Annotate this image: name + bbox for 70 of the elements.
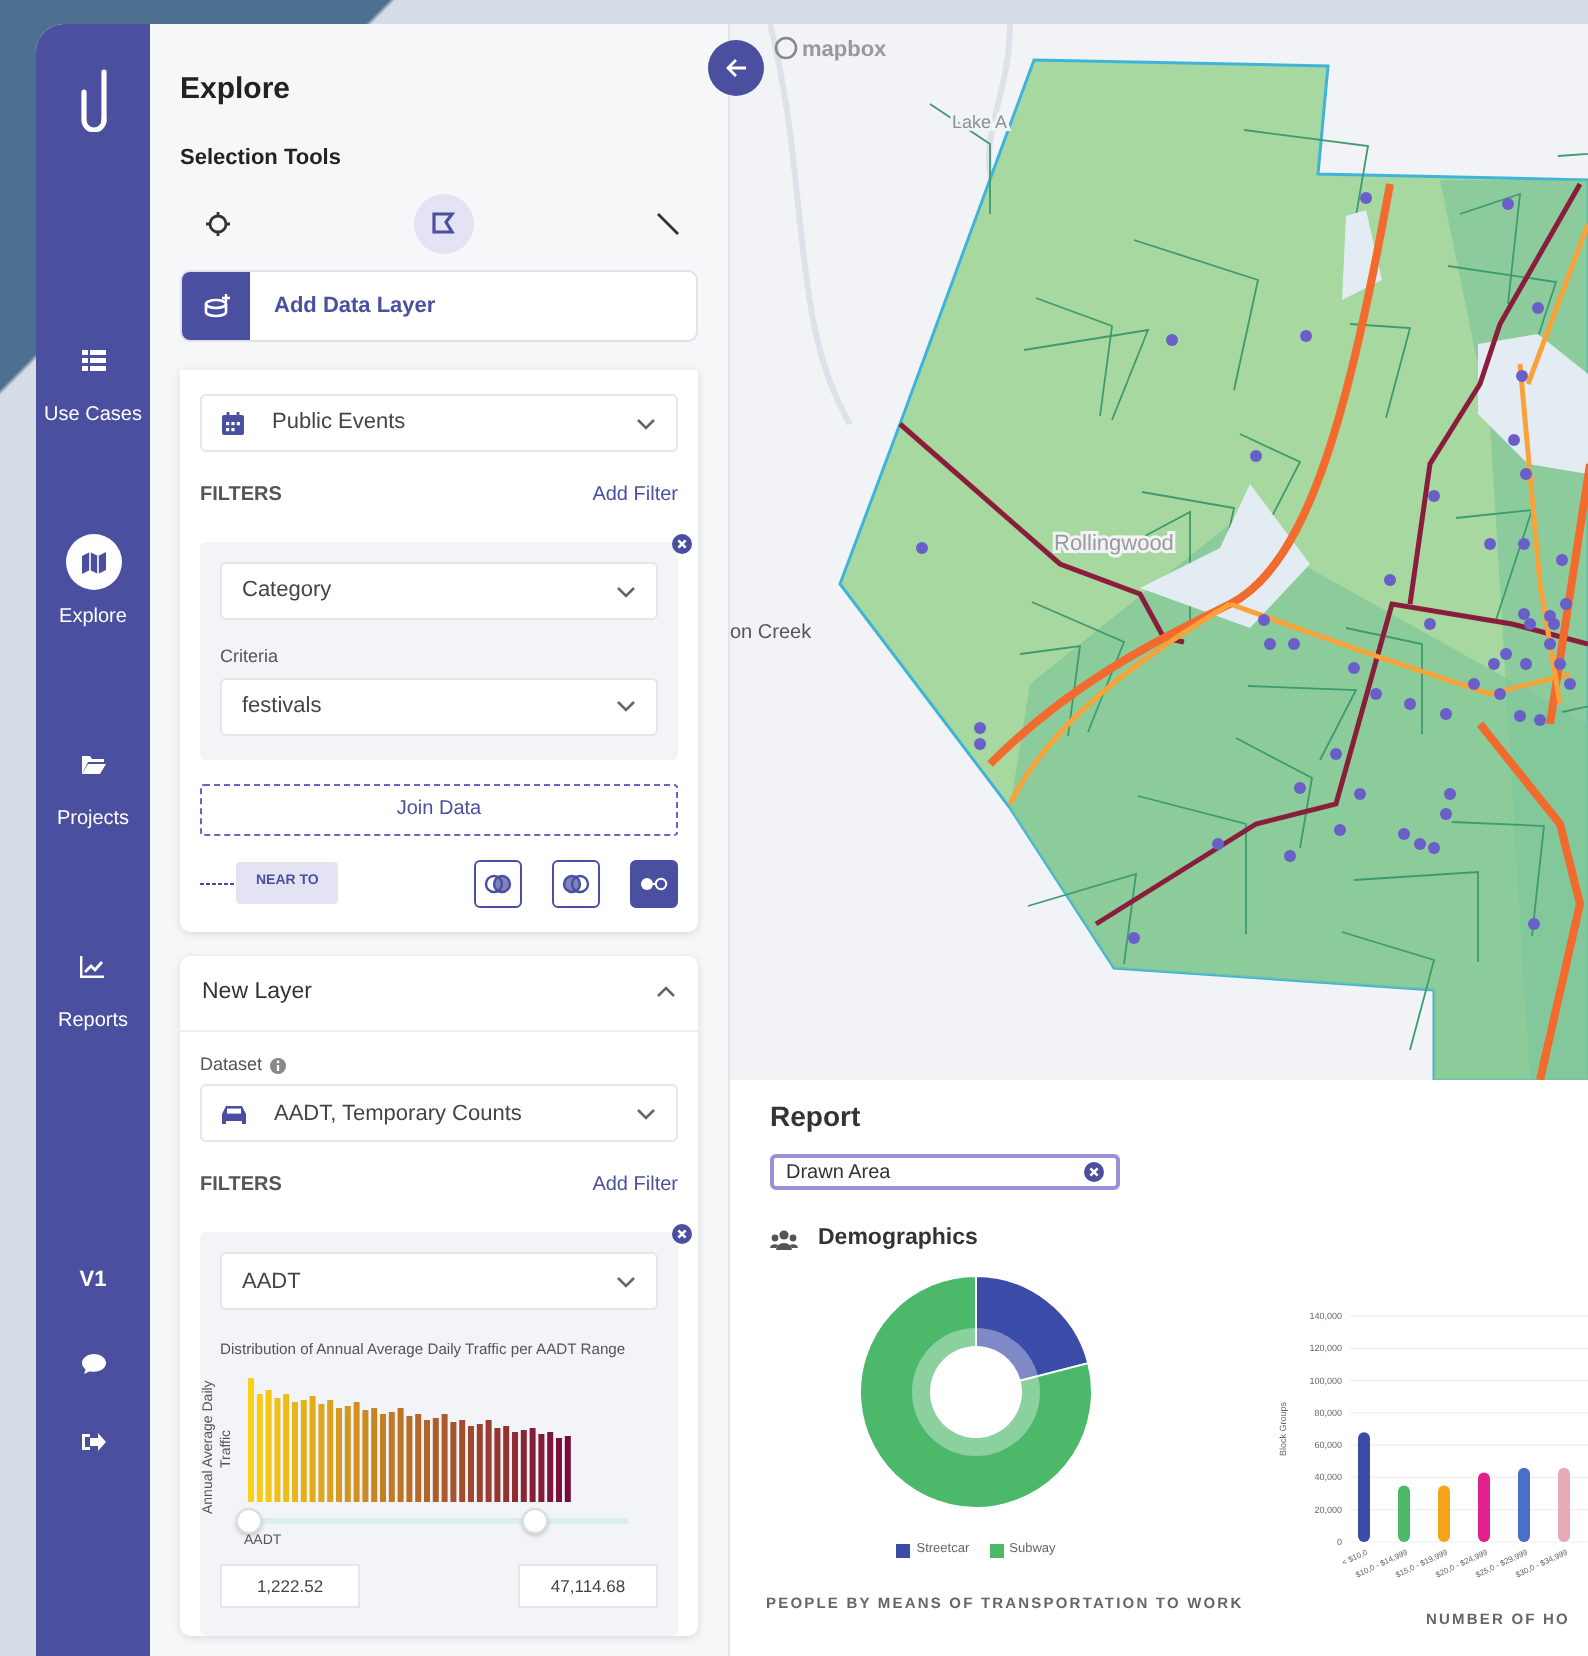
info-icon (270, 1057, 287, 1073)
map-label: Rollingwood (1054, 532, 1174, 556)
logo-icon (77, 64, 109, 132)
section-title: Demographics (818, 1224, 978, 1254)
close-icon[interactable] (672, 534, 692, 554)
area-filter-field[interactable]: Drawn Area (770, 1154, 1120, 1190)
dataset-label: Dataset (200, 1051, 263, 1078)
users-icon (770, 1229, 798, 1250)
mode-toggle[interactable] (474, 859, 522, 907)
field-dropdown[interactable]: AADT (220, 1252, 658, 1311)
min-value-field[interactable]: 1,222.52 (220, 1564, 360, 1609)
nav-item[interactable]: Explore (59, 534, 127, 736)
criteria-dropdown[interactable]: festivals (220, 677, 658, 735)
mapbox-logo: mapbox (774, 36, 887, 62)
bar (1438, 1486, 1450, 1543)
chevron-icon (616, 1273, 636, 1290)
nav-item[interactable]: Projects (56, 736, 130, 938)
dataset-dropdown[interactable]: AADT, Temporary Counts (200, 1084, 678, 1143)
report-title: Report (770, 1098, 863, 1136)
section-label: Selection Tools (180, 143, 343, 173)
bar (1358, 1432, 1370, 1543)
bar (1478, 1473, 1490, 1543)
selection-tool[interactable] (413, 194, 473, 254)
close-icon[interactable] (1084, 1162, 1104, 1182)
database-add-icon (203, 294, 229, 318)
line-icon (656, 212, 680, 236)
field-dropdown[interactable]: Category (220, 562, 658, 620)
bar (1398, 1486, 1410, 1543)
add-filter-link[interactable]: Add Filter (592, 1170, 678, 1201)
logout-icon[interactable] (81, 1429, 105, 1453)
chart-icon (80, 955, 105, 977)
chevron-icon (636, 1105, 656, 1122)
criteria-label: Criteria (220, 644, 281, 670)
chat-icon[interactable] (81, 1353, 105, 1373)
overlap-circles-icon (484, 873, 512, 893)
overlap-circles-icon (562, 873, 590, 893)
add-filter-link[interactable]: Add Filter (592, 480, 678, 510)
chevron-icon[interactable] (656, 984, 676, 1001)
polygon-icon (431, 212, 455, 236)
calendar-icon (222, 411, 244, 435)
mode-toggle[interactable] (552, 859, 600, 907)
mode-toggle[interactable] (630, 859, 678, 907)
max-value-field[interactable]: 47,114.68 (518, 1564, 658, 1609)
join-data-button[interactable]: Join Data (200, 783, 678, 835)
close-icon[interactable] (672, 1224, 692, 1245)
map-icon (81, 551, 105, 573)
add-data-layer-button[interactable]: Add Data Layer (180, 270, 698, 342)
toggle-icon (640, 873, 668, 893)
dashed-line-icon (200, 879, 236, 887)
car-icon (222, 1103, 246, 1124)
layer-title: New Layer (202, 977, 312, 1007)
slider-handle[interactable] (236, 1507, 262, 1534)
arrow-left-icon (725, 58, 747, 78)
slider-handle[interactable] (521, 1507, 547, 1534)
list-icon (81, 349, 105, 371)
map-label: on Creek (730, 622, 812, 644)
nav-item[interactable]: Reports (57, 938, 128, 1140)
nav-item[interactable]: Use Cases (44, 332, 142, 534)
dataset-dropdown[interactable]: Public Events (200, 394, 678, 452)
bar (1518, 1468, 1530, 1543)
filters-label: FILTERS (200, 1172, 282, 1201)
folder-icon (81, 753, 105, 775)
filters-label: FILTERS (200, 482, 282, 510)
chevron-icon (616, 583, 636, 599)
version-label: V1 (79, 1266, 107, 1296)
chevron-icon (616, 698, 636, 714)
bar (1558, 1468, 1570, 1543)
crosshair-icon (206, 212, 230, 236)
panel-title: Explore (180, 70, 293, 110)
chevron-icon (636, 415, 656, 431)
